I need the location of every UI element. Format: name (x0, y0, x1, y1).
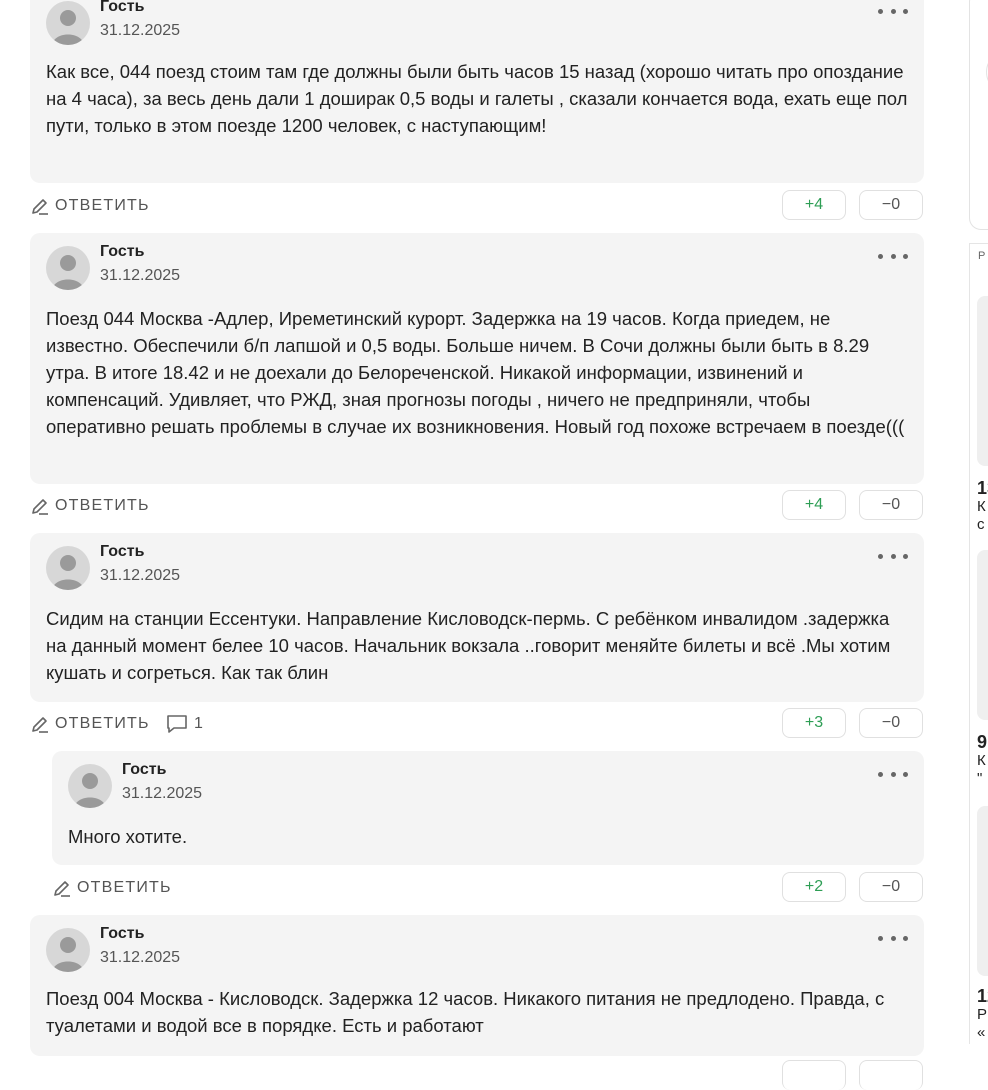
comment-card: Гость 31.12.2025 Как все, 044 поезд стои… (30, 0, 924, 183)
more-options-icon[interactable] (878, 933, 908, 943)
comment-date: 31.12.2025 (100, 949, 181, 966)
pencil-icon (32, 717, 48, 733)
pencil-icon (32, 499, 48, 515)
sidebar-widget (969, 0, 988, 230)
upvote-button[interactable]: +2 (782, 872, 846, 902)
reply-count[interactable]: 1 (166, 714, 203, 734)
comment-author[interactable]: Гость (100, 243, 144, 261)
news-thumbnail[interactable] (977, 296, 988, 466)
news-line[interactable]: К (977, 752, 986, 769)
comment-actions: ОТВЕТИТЬ +4 −0 (30, 190, 924, 222)
comment-author[interactable]: Гость (122, 761, 166, 779)
reply-label: ОТВЕТИТЬ (55, 497, 150, 514)
reply-button[interactable]: ОТВЕТИТЬ (30, 196, 150, 216)
comment-date: 31.12.2025 (100, 567, 181, 584)
avatar (46, 928, 90, 972)
news-line[interactable]: Р (977, 1006, 987, 1023)
news-number[interactable]: 12 (977, 986, 988, 1007)
reply-label: ОТВЕТИТЬ (55, 715, 150, 732)
comment-text: Много хотите. (68, 826, 188, 847)
news-line[interactable]: « (977, 1024, 985, 1041)
comments-feed: Гость 31.12.2025 Как все, 044 поезд стои… (0, 0, 960, 1090)
downvote-button[interactable]: −0 (859, 872, 923, 902)
reply-count-value: 1 (194, 715, 203, 732)
comment-card: Гость 31.12.2025 Поезд 004 Москва - Кисл… (30, 915, 924, 1056)
comment-text: Сидим на станции Ессентуки. Направление … (46, 608, 891, 683)
avatar (68, 764, 112, 808)
reply-button[interactable]: ОТВЕТИТЬ (30, 714, 150, 734)
downvote-button-partial[interactable] (859, 1060, 923, 1090)
reply-label: ОТВЕТИТЬ (77, 879, 172, 896)
downvote-button[interactable]: −0 (859, 190, 923, 220)
news-thumbnail[interactable] (977, 806, 988, 976)
avatar (46, 546, 90, 590)
more-options-icon[interactable] (878, 769, 908, 779)
comment-card: Гость 31.12.2025 Сидим на станции Ессент… (30, 533, 924, 702)
reply-card: Гость 31.12.2025 Много хотите. (52, 751, 924, 865)
more-options-icon[interactable] (878, 6, 908, 16)
comment-date: 31.12.2025 (100, 22, 181, 39)
comment-card: Гость 31.12.2025 Поезд 044 Москва -Адлер… (30, 233, 924, 484)
comment-author[interactable]: Гость (100, 925, 144, 943)
comment-author[interactable]: Гость (100, 0, 144, 16)
sidebar-label: Р (978, 250, 986, 262)
comment-author[interactable]: Гость (100, 543, 144, 561)
reply-label: ОТВЕТИТЬ (55, 197, 150, 214)
more-options-icon[interactable] (878, 551, 908, 561)
comment-actions: ОТВЕТИТЬ +2 −0 (52, 872, 924, 904)
reply-button[interactable]: ОТВЕТИТЬ (30, 496, 150, 516)
comment-text: Как все, 044 поезд стоим там где должны … (46, 61, 908, 136)
upvote-button[interactable]: +4 (782, 190, 846, 220)
comment-text: Поезд 004 Москва - Кисловодск. Задержка … (46, 988, 885, 1036)
more-options-icon[interactable] (878, 251, 908, 261)
reply-button[interactable]: ОТВЕТИТЬ (52, 878, 172, 898)
downvote-button[interactable]: −0 (859, 708, 923, 738)
right-sidebar: Р 13 К с 9 К " 12 Р « (960, 0, 988, 1066)
news-number[interactable]: 13 (977, 478, 988, 499)
comment-actions: ОТВЕТИТЬ 1 +3 −0 (30, 708, 924, 740)
comment-actions: ОТВЕТИТЬ +4 −0 (30, 490, 924, 522)
upvote-button[interactable]: +3 (782, 708, 846, 738)
pencil-icon (54, 881, 70, 897)
news-thumbnail[interactable] (977, 550, 988, 720)
comment-bubble-icon (167, 715, 187, 733)
upvote-button-partial[interactable] (782, 1060, 846, 1090)
news-line[interactable]: К (977, 498, 986, 515)
news-line[interactable]: " (977, 770, 982, 787)
news-line[interactable]: с (977, 516, 985, 533)
upvote-button[interactable]: +4 (782, 490, 846, 520)
pencil-icon (32, 199, 48, 215)
comment-date: 31.12.2025 (100, 267, 181, 284)
avatar (46, 246, 90, 290)
news-number[interactable]: 9 (977, 732, 987, 753)
comment-date: 31.12.2025 (122, 785, 203, 802)
avatar (46, 1, 90, 45)
downvote-button[interactable]: −0 (859, 490, 923, 520)
comment-text: Поезд 044 Москва -Адлер, Иреметинский ку… (46, 308, 905, 437)
